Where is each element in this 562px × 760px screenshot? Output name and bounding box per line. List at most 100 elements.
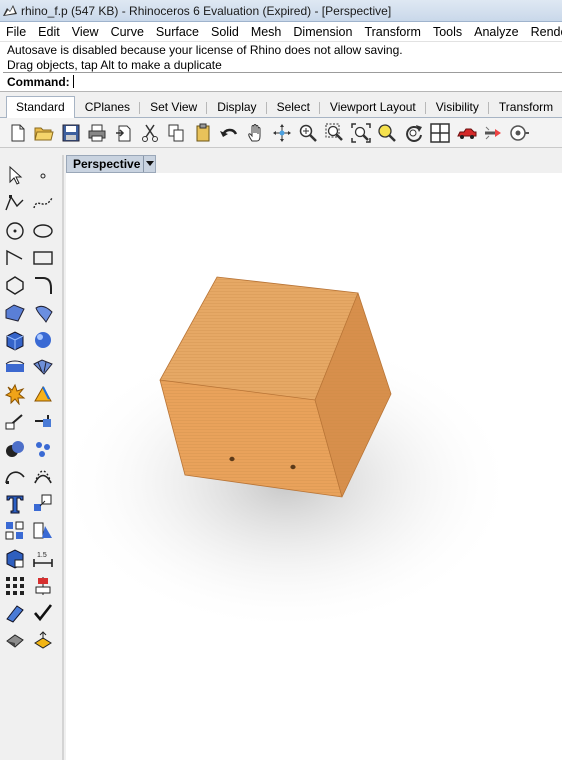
undo-icon[interactable]: [218, 122, 240, 144]
tab-cplanes[interactable]: CPlanes: [75, 97, 141, 117]
menu-surface[interactable]: Surface: [150, 22, 205, 41]
tab-set-view[interactable]: Set View: [140, 97, 208, 117]
group-icon[interactable]: [3, 519, 27, 543]
print-icon[interactable]: [86, 122, 108, 144]
tab-select[interactable]: Select: [267, 97, 320, 117]
polyline-icon[interactable]: [3, 191, 27, 215]
solid-box-icon[interactable]: [3, 328, 27, 352]
split-icon[interactable]: [3, 410, 27, 434]
tab-visibility[interactable]: Visibility: [426, 97, 489, 117]
surface-edit-icon[interactable]: [31, 301, 55, 325]
cut-icon[interactable]: [139, 122, 161, 144]
import-icon[interactable]: [113, 122, 135, 144]
text-icon[interactable]: [3, 492, 27, 516]
options-icon[interactable]: [508, 122, 530, 144]
menu-tools[interactable]: Tools: [427, 22, 468, 41]
command-prompt[interactable]: Command:: [3, 72, 562, 90]
block-icon[interactable]: [31, 519, 55, 543]
tab-label: Display: [217, 100, 257, 114]
rotate-view-icon[interactable]: [271, 122, 293, 144]
standard-toolbar: [0, 118, 562, 148]
menu-file[interactable]: File: [0, 22, 32, 41]
open-folder-icon[interactable]: [33, 122, 55, 144]
zoom-window-icon[interactable]: [324, 122, 346, 144]
tab-display[interactable]: Display: [207, 97, 267, 117]
menu-edit[interactable]: Edit: [32, 22, 66, 41]
copy-icon[interactable]: [165, 122, 187, 144]
title-bar: rhino_f.p (547 KB) - Rhinoceros 6 Evalua…: [0, 0, 562, 22]
tab-label: Viewport Layout: [329, 100, 416, 114]
surface-from-points-icon[interactable]: [3, 301, 27, 325]
wooden-cube[interactable]: [66, 173, 562, 760]
tab-label: Standard: [16, 100, 65, 114]
new-document-icon[interactable]: [7, 122, 29, 144]
control-points-icon[interactable]: [31, 464, 55, 488]
cube-hole-1: [229, 456, 235, 462]
curve-icon[interactable]: [31, 191, 55, 215]
menu-curve[interactable]: Curve: [105, 22, 150, 41]
zoom-dynamic-icon[interactable]: [297, 122, 319, 144]
polygon-icon[interactable]: [3, 273, 27, 297]
menu-view[interactable]: View: [66, 22, 105, 41]
car-render-icon[interactable]: [456, 122, 478, 144]
viewport-title-tab[interactable]: Perspective: [66, 155, 156, 173]
command-history-line-2: Drag objects, tap Alt to make a duplicat…: [7, 58, 222, 72]
shade-icon[interactable]: [3, 628, 27, 652]
paste-icon[interactable]: [192, 122, 214, 144]
chevron-down-icon[interactable]: [143, 156, 155, 172]
join-icon[interactable]: [31, 410, 55, 434]
select-arrow-icon[interactable]: [3, 164, 27, 188]
boolean-union-icon[interactable]: [3, 437, 27, 461]
arc-icon[interactable]: [3, 246, 27, 270]
trim-icon[interactable]: [31, 382, 55, 406]
explode-icon[interactable]: [3, 382, 27, 406]
point-icon[interactable]: [31, 164, 55, 188]
perspective-viewport[interactable]: [66, 173, 562, 760]
tab-standard[interactable]: Standard: [6, 96, 75, 118]
pan-hand-icon[interactable]: [245, 122, 267, 144]
points-on-icon[interactable]: [31, 437, 55, 461]
menu-render[interactable]: Render: [525, 22, 562, 41]
layer-icon[interactable]: [31, 628, 55, 652]
zoom-selected-icon[interactable]: [376, 122, 398, 144]
four-viewports-icon[interactable]: [429, 122, 451, 144]
menu-transform[interactable]: Transform: [358, 22, 427, 41]
solid-sphere-icon[interactable]: [31, 328, 55, 352]
tab-label: Select: [276, 100, 310, 114]
zoom-extents-icon[interactable]: [350, 122, 372, 144]
dimension-icon[interactable]: 1.5: [31, 546, 55, 570]
tab-label: Transform: [498, 100, 554, 114]
tab-label: Set View: [150, 100, 198, 114]
curve-edit-icon[interactable]: [3, 464, 27, 488]
svg-text:1.5: 1.5: [37, 552, 47, 559]
command-input-caret[interactable]: [72, 75, 74, 88]
mesh-icon[interactable]: [31, 355, 55, 379]
command-history-line-1: Autosave is disabled because your licens…: [7, 43, 403, 57]
menu-dimension[interactable]: Dimension: [287, 22, 358, 41]
tab-label: CPlanes: [84, 100, 131, 114]
align-icon[interactable]: [31, 574, 55, 598]
menu-solid[interactable]: Solid: [205, 22, 245, 41]
save-icon[interactable]: [60, 122, 82, 144]
fillet-curve-icon[interactable]: [31, 273, 55, 297]
scale-icon[interactable]: [31, 492, 55, 516]
array-icon[interactable]: [3, 574, 27, 598]
menu-bar: File Edit View Curve Surface Solid Mesh …: [0, 22, 562, 42]
circle-icon[interactable]: [3, 219, 27, 243]
check-icon[interactable]: [31, 601, 55, 625]
rotate-icon[interactable]: [403, 122, 425, 144]
viewport-name: Perspective: [73, 157, 141, 171]
extrude-icon[interactable]: [3, 355, 27, 379]
window-title: rhino_f.p (547 KB) - Rhinoceros 6 Evalua…: [21, 3, 392, 18]
menu-mesh[interactable]: Mesh: [245, 22, 288, 41]
tab-viewport-layout[interactable]: Viewport Layout: [320, 97, 426, 117]
render-solid-icon[interactable]: [3, 546, 27, 570]
lights-icon[interactable]: [482, 122, 504, 144]
viewport-divider: [62, 155, 64, 760]
rectangle-icon[interactable]: [31, 246, 55, 270]
analyze-icon[interactable]: [3, 601, 27, 625]
menu-analyze[interactable]: Analyze: [468, 22, 524, 41]
tab-transform[interactable]: Transform: [489, 97, 562, 117]
tab-label: Visibility: [435, 100, 479, 114]
ellipse-icon[interactable]: [31, 219, 55, 243]
